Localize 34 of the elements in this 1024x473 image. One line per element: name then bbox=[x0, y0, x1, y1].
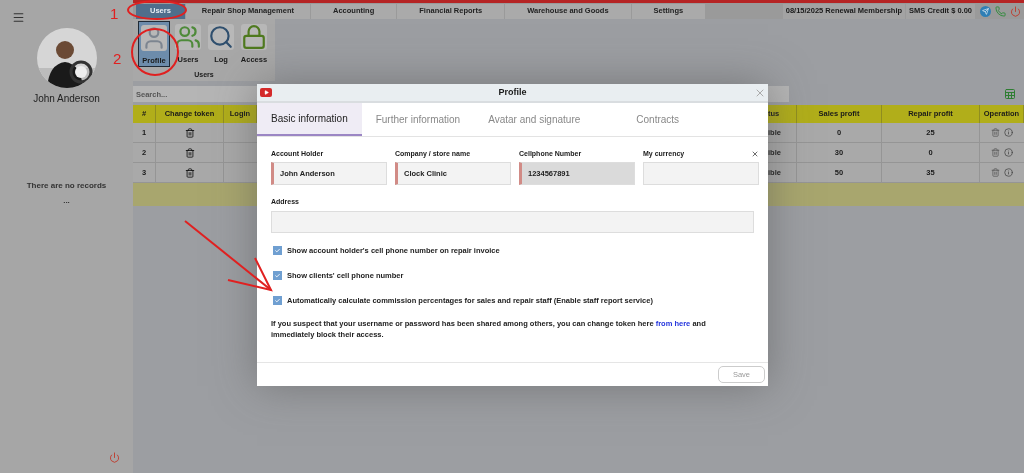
trash-icon[interactable] bbox=[184, 127, 195, 138]
dialog-tab[interactable]: Basic information bbox=[257, 103, 362, 136]
trash-icon[interactable] bbox=[184, 147, 195, 158]
trash-icon[interactable] bbox=[184, 167, 195, 178]
user-name: John Anderson bbox=[33, 92, 100, 106]
send-icon[interactable] bbox=[980, 5, 991, 17]
people-icon bbox=[175, 24, 201, 50]
padlock-icon bbox=[241, 24, 267, 50]
annotation-number: 2 bbox=[113, 49, 122, 69]
text-field[interactable] bbox=[643, 162, 759, 185]
info-icon[interactable] bbox=[1004, 168, 1013, 177]
info-icon[interactable] bbox=[1004, 128, 1013, 137]
dialog-tab[interactable]: Further information bbox=[361, 103, 475, 136]
dialog-tab[interactable]: Avatar and signature bbox=[474, 103, 595, 136]
address-field[interactable] bbox=[271, 210, 754, 233]
checkbox[interactable] bbox=[273, 296, 282, 306]
annotation-ellipse bbox=[131, 28, 179, 76]
info-icon[interactable] bbox=[1004, 148, 1013, 157]
power-icon[interactable] bbox=[109, 452, 120, 463]
ellipsis-text: ... bbox=[63, 195, 70, 207]
app-logo-icon bbox=[260, 88, 272, 97]
dialog-tab[interactable]: Contracts bbox=[594, 103, 722, 136]
checkbox[interactable] bbox=[273, 270, 282, 280]
dialog-title: Profile bbox=[498, 85, 527, 99]
chat-icon[interactable] bbox=[995, 5, 1006, 17]
search-icon bbox=[208, 24, 234, 50]
spreadsheet-icon[interactable] bbox=[1004, 88, 1016, 100]
annotation-ellipse bbox=[127, 0, 187, 20]
power-icon[interactable] bbox=[1010, 5, 1021, 17]
checkbox[interactable] bbox=[273, 245, 282, 255]
empty-message: There are no records bbox=[26, 180, 107, 192]
clear-icon[interactable] bbox=[751, 150, 759, 158]
annotation-number: 1 bbox=[110, 4, 119, 24]
menu-icon[interactable] bbox=[12, 11, 25, 24]
